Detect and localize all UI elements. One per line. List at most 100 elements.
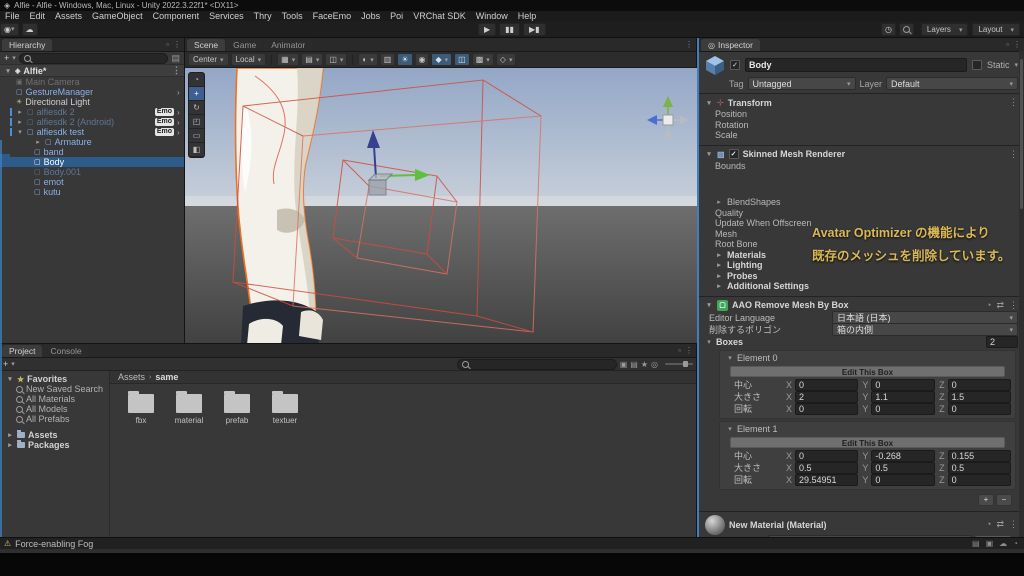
remove-box-button[interactable]: − [996, 493, 1012, 506]
size-y-field[interactable]: 0.5 [871, 461, 935, 474]
hierarchy-item-alfiesdk-test[interactable]: ▾ ▢ alfiesdk test Emo › [0, 127, 184, 137]
hierarchy-scene-row[interactable]: ▾ ◈ Alfie* ⋮ [0, 64, 184, 77]
search-by-type-icon[interactable]: ▣ [620, 360, 628, 369]
panel-menu-icon[interactable]: ⋮ [685, 346, 693, 355]
step-button[interactable]: ▶▮ [522, 23, 546, 36]
snap-settings-dropdown[interactable]: ◫ ▾ [325, 53, 348, 66]
static-checkbox[interactable] [971, 60, 982, 70]
enabled-checkbox[interactable]: ✓ [728, 149, 739, 159]
quality-row[interactable]: Quality [705, 208, 1018, 219]
favorite-all-models[interactable]: All Models [0, 404, 109, 414]
layer-dropdown[interactable]: Default ▾ [886, 77, 1018, 90]
presets-icon[interactable]: ⇄ [996, 519, 1004, 530]
tag-dropdown[interactable]: Untagged ▾ [747, 77, 856, 90]
inspector-scrollbar[interactable] [1019, 51, 1024, 537]
scale-row[interactable]: Scale [705, 130, 1018, 141]
hierarchy-item-emot[interactable]: ▢ emot [0, 177, 184, 187]
move-snap-dropdown[interactable]: ▤ ▾ [301, 53, 324, 66]
account-button[interactable]: ◉ ▾ [0, 22, 19, 36]
component-menu-icon[interactable]: ⋮ [1009, 97, 1018, 108]
favorite-new-saved-search[interactable]: New Saved Search [0, 384, 109, 394]
status-bar[interactable]: ⚠ Force-enabling Fog ▤ ▣ ☁ ◔ [0, 537, 1024, 549]
center-x-field[interactable]: 0 [795, 449, 859, 462]
hierarchy-item-main-camera[interactable]: ▣ Main Camera [0, 77, 184, 87]
favorite-search-icon[interactable]: ★ [641, 360, 648, 369]
fold-icon[interactable]: ▾ [705, 301, 713, 309]
boxes-foldout-row[interactable]: ▾ Boxes 2 [705, 335, 1018, 348]
fold-icon[interactable]: ▾ [705, 150, 713, 158]
orientation-dropdown[interactable]: Local ▾ [230, 53, 267, 66]
fold-icon[interactable]: ▾ [705, 99, 713, 107]
position-row[interactable]: Position [705, 109, 1018, 120]
grid-visibility-dropdown[interactable]: ▩ ▾ [471, 53, 494, 66]
hierarchy-item-gesturemanager[interactable]: ▢ GestureManager › [0, 87, 184, 97]
size-y-field[interactable]: 1.1 [871, 390, 935, 403]
menu-file[interactable]: File [0, 11, 25, 21]
scale-tool[interactable]: ◰ [189, 115, 204, 129]
gameobject-name-field[interactable]: Body [745, 58, 967, 72]
hierarchy-item-band[interactable]: ▢ band [0, 147, 184, 157]
menu-services[interactable]: Services [204, 11, 249, 21]
folder-material[interactable]: material [172, 391, 206, 425]
add-box-button[interactable]: + [978, 493, 994, 506]
audio-toggle[interactable]: ◉ [414, 53, 430, 66]
rotation-z-field[interactable]: 0 [947, 402, 1011, 415]
fold-icon[interactable]: ▾ [16, 128, 24, 136]
folder-textuer[interactable]: textuer [268, 391, 302, 425]
rotation-x-field[interactable]: 29.54951 [795, 473, 859, 486]
bounds-row[interactable]: Bounds [705, 161, 1018, 172]
panel-menu-icon[interactable]: ⋮ [685, 40, 693, 49]
blendshapes-row[interactable]: ▸ BlendShapes [705, 197, 1018, 208]
rect-tool[interactable]: ▭ [189, 129, 204, 143]
menu-window[interactable]: Window [471, 11, 513, 21]
hidden-packages-icon[interactable]: ◎ [651, 360, 658, 369]
menu-poi[interactable]: Poi [385, 11, 408, 21]
size-z-field[interactable]: 0.5 [947, 461, 1011, 474]
tab-project[interactable]: Project [2, 345, 43, 357]
folder-prefab[interactable]: prefab [220, 391, 254, 425]
menu-jobs[interactable]: Jobs [356, 11, 385, 21]
draw-mode-dropdown[interactable]: ◐ ▾ [358, 53, 378, 66]
rotation-x-field[interactable]: 0 [795, 402, 859, 415]
help-icon[interactable]: ◔ [986, 300, 991, 311]
create-button[interactable]: + [3, 359, 8, 369]
center-z-field[interactable]: 0.155 [947, 449, 1011, 462]
edit-this-box-button[interactable]: Edit This Box [729, 365, 1006, 377]
layout-dropdown[interactable]: Layout ▾ [972, 23, 1020, 36]
scene-menu-icon[interactable]: ⋮ [172, 65, 181, 76]
breadcrumb-assets[interactable]: Assets [118, 372, 145, 382]
icon-size-slider[interactable] [665, 361, 693, 367]
effects-dropdown[interactable]: ◆ ▾ [431, 53, 453, 66]
panel-menu-icon[interactable]: ⋮ [1013, 40, 1021, 49]
hierarchy-item-armature[interactable]: ▸ ▢ Armature [0, 137, 184, 147]
create-dropdown-icon[interactable]: ▾ [11, 360, 15, 368]
favorite-all-materials[interactable]: All Materials [0, 394, 109, 404]
component-menu-icon[interactable]: ⋮ [1009, 519, 1018, 530]
hierarchy-item-directional-light[interactable]: ☀ Directional Light [0, 97, 184, 107]
menu-vrchat-sdk[interactable]: VRChat SDK [408, 11, 471, 21]
center-x-field[interactable]: 0 [795, 378, 859, 391]
center-y-field[interactable]: 0 [871, 378, 935, 391]
prefab-arrow-icon[interactable]: › [177, 118, 184, 127]
additional-settings-foldout[interactable]: ▸ Additional Settings [705, 281, 1018, 292]
center-y-field[interactable]: -0.268 [871, 449, 935, 462]
rotation-row[interactable]: Rotation [705, 120, 1018, 131]
scrollbar-thumb[interactable] [1020, 59, 1023, 209]
component-menu-icon[interactable]: ⋮ [1009, 300, 1018, 311]
layers-dropdown[interactable]: Layers ▾ [920, 23, 969, 36]
favorites-foldout[interactable]: ▾ ★ Favorites [0, 374, 109, 384]
transform-tool[interactable]: ◧ [189, 143, 204, 157]
panel-divider[interactable] [697, 38, 699, 537]
menu-component[interactable]: Component [148, 11, 205, 21]
size-x-field[interactable]: 0.5 [795, 461, 859, 474]
search-by-label-icon[interactable]: ▤ [630, 360, 638, 369]
rotation-y-field[interactable]: 0 [871, 473, 935, 486]
component-menu-icon[interactable]: ⋮ [1009, 149, 1018, 160]
fold-icon[interactable]: ▸ [34, 138, 42, 146]
undo-history-button[interactable]: ◷ [880, 23, 896, 36]
help-icon[interactable]: ◔ [986, 519, 991, 530]
hierarchy-item-alfiesdk-2[interactable]: ▸ ▢ alfiesdk 2 Emo › [0, 107, 184, 117]
create-dropdown-icon[interactable]: ▾ [12, 54, 16, 62]
center-z-field[interactable]: 0 [947, 378, 1011, 391]
hierarchy-search-input[interactable] [18, 52, 169, 64]
